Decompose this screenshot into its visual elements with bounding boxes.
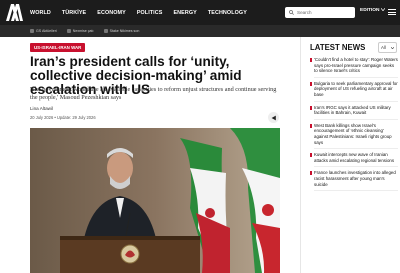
share-icon [271,115,276,120]
podium [60,236,200,273]
news-marker-icon [310,105,312,110]
news-item-text: Kuwait intercepts new wave of Iranian at… [314,152,395,163]
nav-item-economy[interactable]: ECONOMY [97,10,126,16]
news-filter-value: All [381,45,386,50]
secondary-nav-bar: GS Aktüelleri Nexmise çatı Stake Nikimes… [0,25,400,37]
article-author[interactable]: Lina Altawil [30,106,53,111]
nav-item-technology[interactable]: TECHNOLOGY [208,10,247,16]
news-marker-icon [310,153,312,158]
article-photo-illustration [30,128,280,273]
news-list-item[interactable]: Iran's IRGC says it attacked US military… [310,104,398,120]
primary-nav-menu: WORLD TÜRKİYE ECONOMY POLITICS ENERGY TE… [30,0,247,25]
news-marker-icon [310,171,312,176]
top-navigation-bar: WORLD TÜRKİYE ECONOMY POLITICS ENERGY TE… [0,0,400,25]
column-divider [300,37,301,273]
nav-item-energy[interactable]: ENERGY [173,10,196,16]
subnav-bullet-icon [30,29,34,33]
category-tag[interactable]: US-ISRAEL-IRAN WAR [30,43,86,52]
article-dates: 20 July 2026 • Update: 29 July 2026 [30,115,96,120]
edition-selector[interactable]: EDITION [360,8,386,13]
hamburger-menu-icon[interactable] [388,9,396,15]
nav-item-politics[interactable]: POLITICS [137,10,163,16]
nav-item-turkiye[interactable]: TÜRKİYE [62,10,86,16]
subnav-item[interactable]: GS Aktüelleri [30,29,57,33]
news-marker-icon [310,123,312,128]
chevron-down-icon [380,8,386,12]
article-summary: 'The government would use all available … [30,86,277,102]
news-list-item[interactable]: West Bank killings show Israel's encoura… [310,122,398,150]
search-input[interactable]: Search [285,7,355,18]
anadolu-agency-logo[interactable] [5,2,23,22]
news-item-text: Bulgaria to seek parliamentary approval … [314,80,398,97]
subnav-bullet-icon [103,29,108,33]
edition-label: EDITION [360,8,380,13]
article-photo [30,128,280,273]
news-list-item[interactable]: 'Couldn't find a hotel to stay': Roger W… [310,57,398,78]
subnav-item[interactable]: Stake Nikimes son [103,29,139,33]
news-list-item[interactable]: Bulgaria to seek parliamentary approval … [310,80,398,102]
news-filter-select[interactable]: All [378,42,397,53]
news-item-text: 'Couldn't find a hotel to stay': Roger W… [314,57,398,74]
news-marker-icon [310,58,312,62]
share-button[interactable] [268,112,279,123]
news-item-text: Iran's IRGC says it attacked US military… [314,104,391,116]
subnav-bullet-icon [66,29,71,33]
chevron-down-icon [391,46,394,49]
subnav-item[interactable]: Nexmise çatı [66,29,94,33]
news-list-item[interactable]: Kuwait intercepts new wave of Iranian at… [310,152,398,168]
news-list-item[interactable]: France launches investigation into alleg… [310,170,398,192]
nav-item-world[interactable]: WORLD [30,10,51,16]
news-marker-icon [310,81,312,86]
news-item-text: West Bank killings show Israel's encoura… [314,122,392,145]
news-item-text: France launches investigation into alleg… [314,170,396,187]
latest-news-list: 'Couldn't find a hotel to stay': Roger W… [310,57,398,194]
latest-news-title: LATEST NEWS [310,43,366,52]
search-placeholder: Search [297,10,312,15]
search-icon [289,10,294,15]
